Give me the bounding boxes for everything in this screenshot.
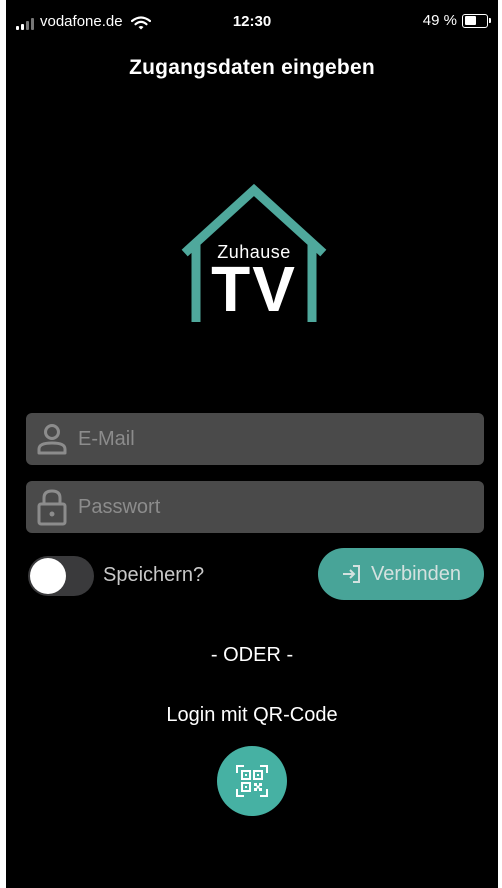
login-arrow-icon: [342, 565, 360, 583]
toggle-knob: [30, 558, 66, 594]
qr-login-button[interactable]: [217, 746, 287, 816]
lock-icon: [26, 481, 78, 533]
email-input[interactable]: [78, 413, 484, 465]
connect-button[interactable]: Verbinden: [318, 548, 484, 600]
page-title: Zugangsdaten eingeben: [129, 56, 375, 79]
password-input[interactable]: [78, 481, 484, 533]
qr-login-label: Login mit QR-Code: [166, 704, 338, 726]
connect-button-label: Verbinden: [370, 562, 462, 585]
logo-mark: TV: [211, 253, 297, 325]
or-divider: - ODER -: [210, 644, 294, 666]
app-screen: vodafone.de 12:30 49 % Zugangsdaten eing…: [6, 0, 498, 888]
email-field-container[interactable]: [26, 413, 484, 465]
remember-label: Speichern?: [103, 564, 205, 586]
battery-icon: [462, 13, 491, 28]
user-icon: [26, 413, 78, 465]
status-right: 49 %: [422, 12, 491, 29]
battery-percent: 49 %: [422, 12, 457, 29]
zuhause-tv-logo: Zuhause TV: [174, 180, 334, 330]
password-field-container[interactable]: [26, 481, 484, 533]
status-bar: vodafone.de 12:30 49 %: [6, 0, 498, 44]
remember-toggle[interactable]: [28, 556, 94, 596]
qr-code-icon: [236, 765, 268, 797]
